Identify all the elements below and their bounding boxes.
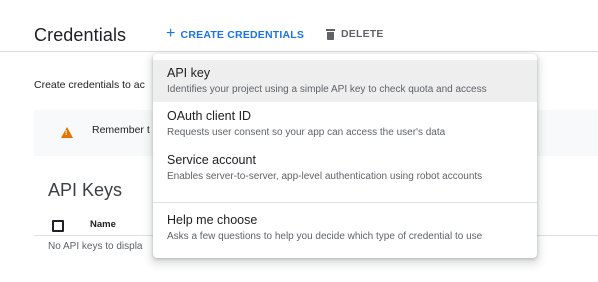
create-credentials-label: CREATE CREDENTIALS [180,29,305,41]
create-credentials-menu: API key Identifies your project using a … [153,54,537,258]
menu-item-title: Service account [167,153,256,167]
menu-item-help-me-choose[interactable]: Help me choose Asks a few questions to h… [153,208,537,250]
intro-text: Create credentials to ac [34,79,145,91]
menu-item-api-key[interactable]: API key Identifies your project using a … [153,60,537,102]
menu-divider [153,202,537,203]
plus-icon: + [166,25,176,42]
menu-item-title: API key [167,66,211,80]
menu-item-oauth-client-id[interactable]: OAuth client ID Requests user consent so… [153,106,537,148]
menu-item-service-account[interactable]: Service account Enables server-to-server… [153,148,537,190]
column-header-name[interactable]: Name [90,219,116,230]
toolbar: Credentials + CREATE CREDENTIALS DELETE [0,0,598,52]
warning-icon-mark: ! [65,130,68,137]
menu-item-description: Identifies your project using a simple A… [167,84,487,95]
notice-text: Remember t [92,124,150,136]
menu-item-title: OAuth client ID [167,109,252,123]
select-all-checkbox[interactable] [52,220,64,232]
menu-item-description: Asks a few questions to help you decide … [167,231,483,242]
menu-item-description: Enables server-to-server, app-level auth… [167,171,483,182]
menu-item-title: Help me choose [167,213,258,227]
menu-item-description: Requests user consent so your app can ac… [167,127,446,138]
delete-button[interactable]: DELETE [326,28,384,40]
page-title: Credentials [34,25,127,45]
trash-icon [326,28,335,40]
empty-state-text: No API keys to displa [48,241,143,252]
delete-label: DELETE [341,28,384,40]
create-credentials-button[interactable]: + CREATE CREDENTIALS [166,25,305,42]
section-title: API Keys [48,180,123,200]
